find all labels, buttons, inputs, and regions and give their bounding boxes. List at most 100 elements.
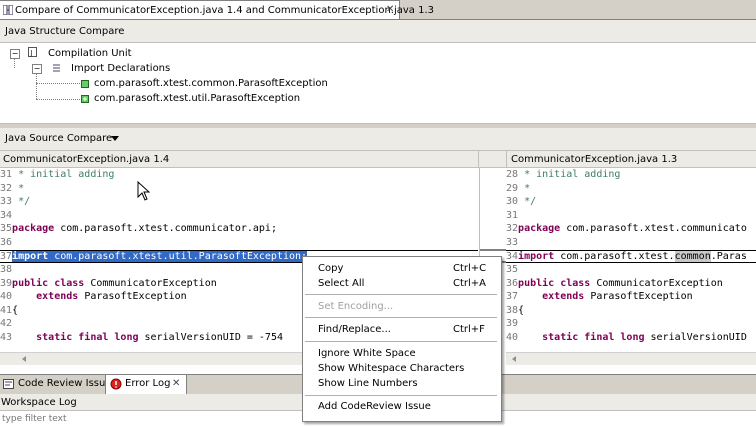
menu-item-set-encoding[interactable]: Set Encoding...	[303, 299, 501, 314]
code-line: 38{	[506, 305, 524, 319]
code-text: * initial adding	[12, 169, 115, 180]
tree-node-import-declarations[interactable]: Import Declarations	[71, 63, 170, 74]
menu-item-label: Ignore White Space	[318, 348, 416, 359]
code-line: 39	[506, 318, 518, 332]
expand-icon[interactable]: −	[32, 64, 42, 74]
line-number: 31	[506, 209, 519, 221]
line-number: 31	[0, 169, 13, 180]
close-icon[interactable]: ✕	[172, 378, 180, 389]
filter-input[interactable]	[2, 412, 302, 426]
menu-separator	[305, 341, 497, 342]
code-text: *	[12, 182, 25, 194]
code-text: */	[518, 196, 537, 207]
menu-separator	[305, 317, 497, 318]
line-number: 37	[506, 291, 519, 302]
left-file-name: CommunicatorException.java 1.4	[3, 154, 170, 165]
code-line: 33	[506, 237, 518, 251]
code-line: 30 */	[506, 196, 536, 210]
menu-item-label: Show Whitespace Characters	[318, 363, 465, 374]
close-icon[interactable]: ✕	[386, 4, 394, 15]
compare-editor-title: Compare of CommunicatorException.java 1.…	[15, 5, 435, 16]
code-line: 31	[506, 210, 518, 224]
line-number: 30	[506, 196, 519, 207]
compare-editor-tab[interactable]: Compare of CommunicatorException.java 1.…	[0, 0, 434, 19]
line-number: 32	[506, 223, 519, 234]
code-line: 32 *	[0, 183, 24, 197]
line-number: 37	[0, 251, 13, 262]
expand-icon[interactable]: −	[10, 49, 20, 59]
workspace-log-title: Workspace Log	[1, 397, 77, 408]
menu-item-copy[interactable]: Copy Ctrl+C	[303, 261, 501, 276]
line-number: 40	[506, 331, 519, 343]
code-line: 31 * initial adding	[0, 169, 114, 183]
code-text: {	[12, 304, 19, 316]
menu-item-ignore-white-space[interactable]: Ignore White Space	[303, 346, 501, 361]
menu-item-find-replace[interactable]: Find/Replace... Ctrl+F	[303, 322, 501, 337]
code-line: 33 */	[0, 196, 30, 210]
line-number: 40	[0, 291, 13, 302]
code-line: 40 static final long serialVersionUID	[506, 331, 747, 343]
code-text: *	[518, 182, 531, 194]
menu-item-shortcut: Ctrl+F	[453, 324, 485, 335]
tree-node-compilation-unit[interactable]: Compilation Unit	[48, 48, 132, 59]
menu-item-label: Show Line Numbers	[318, 378, 418, 389]
line-number: 38	[506, 304, 519, 316]
right-file-name: CommunicatorException.java 1.3	[511, 154, 678, 165]
code-line: 28 * initial adding	[506, 169, 620, 183]
changed-line: 34import com.parasoft.xtest.common.Paras	[506, 250, 756, 263]
tab-code-review-issue-label: Code Review Issue	[18, 378, 112, 389]
diff-gutter-header	[479, 151, 506, 168]
tab-error-log-label: Error Log	[125, 378, 171, 389]
menu-separator	[305, 395, 497, 396]
tree-node-import[interactable]: com.parasoft.xtest.util.ParasoftExceptio…	[94, 93, 300, 104]
line-number: 28	[506, 169, 519, 180]
menu-item-show-whitespace[interactable]: Show Whitespace Characters	[303, 361, 501, 376]
line-number: 43	[0, 331, 13, 343]
left-file-header: CommunicatorException.java 1.4	[0, 151, 479, 168]
code-text: * initial adding	[518, 169, 621, 180]
scroll-left-icon[interactable]	[22, 356, 26, 362]
code-line: 38	[0, 264, 12, 278]
scroll-left-icon[interactable]	[512, 356, 516, 362]
structure-tree: − J Compilation Unit − Import Declaratio…	[0, 43, 756, 123]
line-number: 34	[0, 209, 13, 221]
code-line: 35	[506, 264, 518, 278]
mouse-cursor-icon	[137, 181, 150, 201]
menu-item-select-all[interactable]: Select All Ctrl+A	[303, 276, 501, 291]
line-number: 32	[0, 182, 13, 194]
code-line: 42	[0, 318, 12, 332]
line-number: 29	[506, 182, 519, 194]
line-number: 42	[0, 318, 13, 329]
imports-icon	[53, 64, 60, 72]
java-file-icon: J	[28, 47, 37, 57]
compare-icon	[3, 5, 13, 15]
import-icon	[81, 95, 89, 103]
menu-item-add-codereview-issue[interactable]: Add CodeReview Issue	[303, 399, 501, 414]
code-line: 36	[0, 237, 12, 251]
code-line: 41{	[0, 305, 18, 319]
line-number: 35	[0, 223, 13, 234]
context-menu: Copy Ctrl+C Select All Ctrl+A Set Encodi…	[302, 256, 502, 422]
menu-item-show-line-numbers[interactable]: Show Line Numbers	[303, 376, 501, 391]
code-line: 34	[0, 210, 12, 224]
line-number: 36	[506, 277, 519, 289]
tree-node-import[interactable]: com.parasoft.xtest.common.ParasoftExcept…	[94, 78, 328, 89]
source-compare-title: Java Source Compare	[5, 133, 113, 144]
code-line: 43 static final long serialVersionUID = …	[0, 331, 283, 343]
code-line: 36public class CommunicatorException	[506, 277, 723, 289]
dropdown-arrow-icon[interactable]	[111, 136, 119, 141]
menu-separator	[305, 294, 497, 295]
code-line: 35package com.parasoft.xtest.communicato…	[0, 223, 277, 234]
structure-compare-title: Java Structure Compare	[5, 26, 125, 37]
right-source-editor[interactable]: 28 * initial adding 29 * 30 */ 31 32pack…	[506, 168, 756, 352]
code-line: 37 extends ParasoftException	[506, 291, 693, 302]
line-number: 39	[0, 277, 13, 289]
review-icon	[3, 379, 14, 389]
code-line: 40 extends ParasoftException	[0, 291, 187, 302]
right-horizontal-scrollbar[interactable]	[506, 352, 756, 365]
menu-item-shortcut: Ctrl+C	[453, 263, 487, 274]
code-line: 39public class CommunicatorException	[0, 277, 217, 289]
code-line: 29 *	[506, 183, 530, 197]
menu-item-label: Add CodeReview Issue	[318, 401, 431, 412]
line-number: 41	[0, 304, 13, 316]
